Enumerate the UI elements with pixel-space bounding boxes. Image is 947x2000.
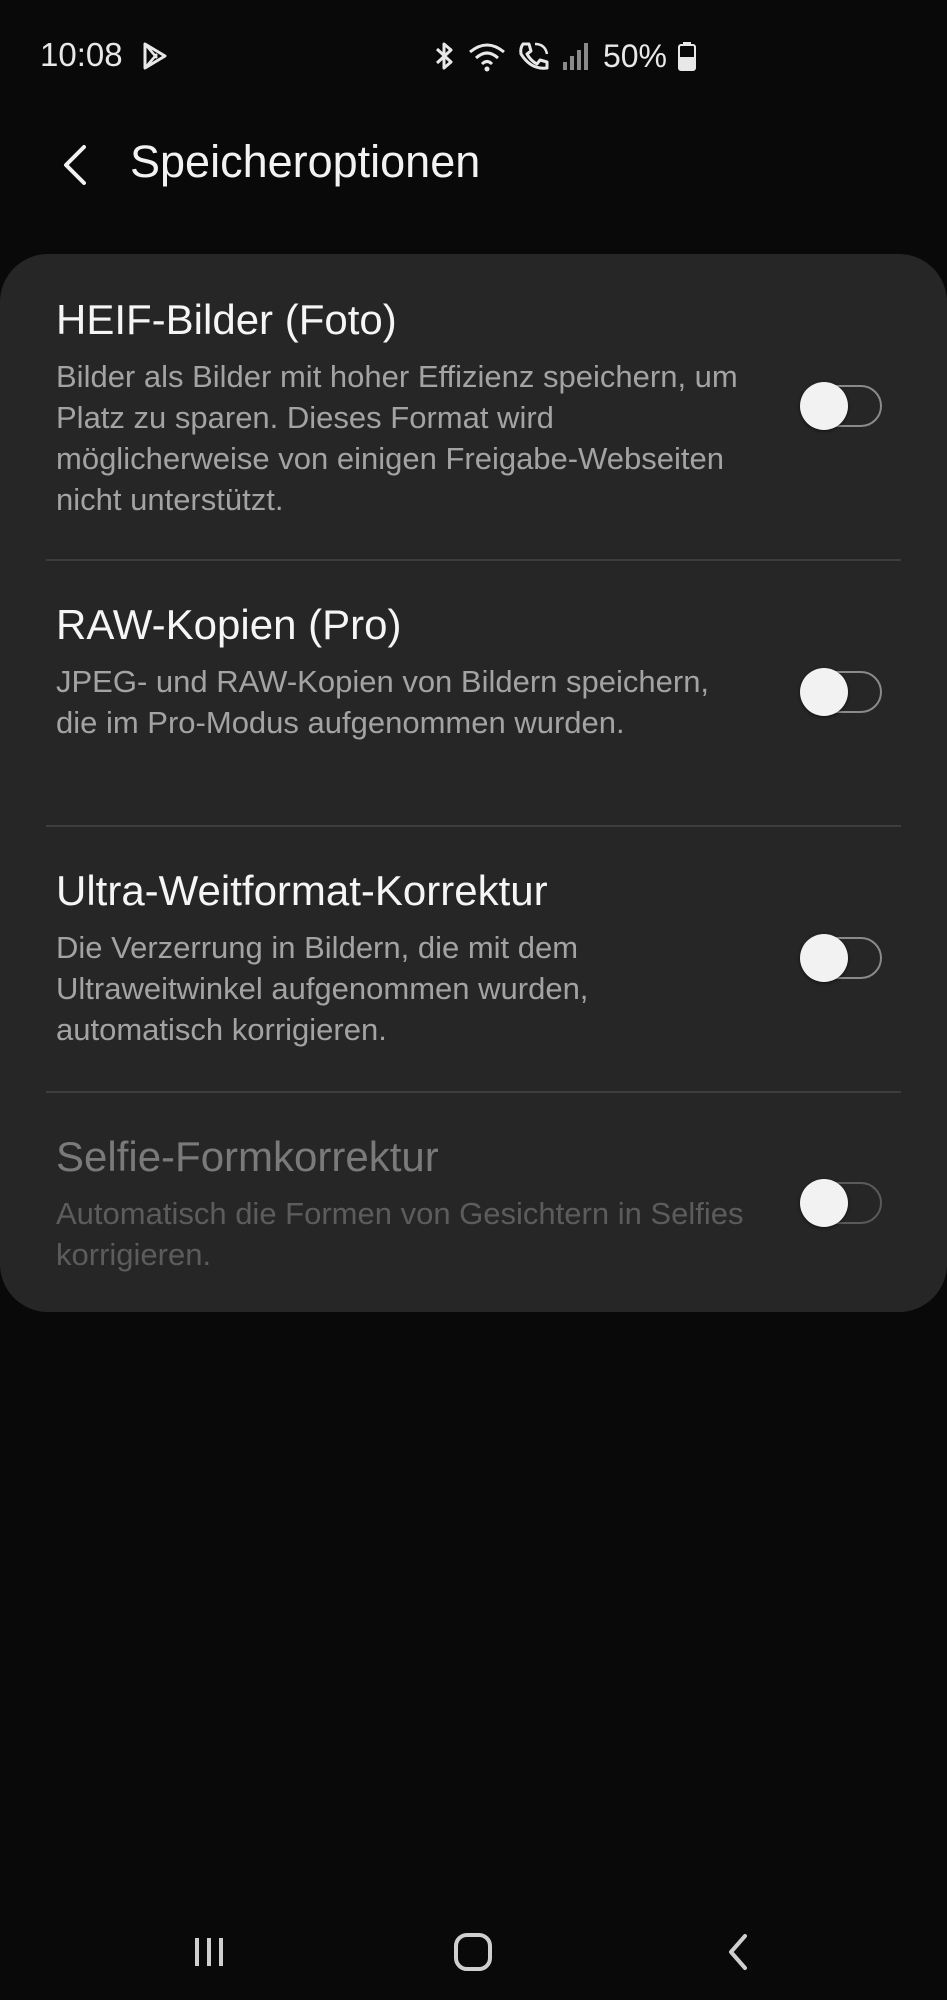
heif-toggle[interactable] bbox=[800, 382, 884, 431]
setting-heif-images[interactable]: HEIF-Bilder (Foto) Bilder als Bilder mit… bbox=[0, 254, 947, 559]
app-header: Speicheroptionen bbox=[0, 120, 947, 210]
back-button[interactable] bbox=[50, 140, 100, 190]
battery-percentage: 50% bbox=[602, 37, 667, 74]
status-icons: 50% bbox=[421, 36, 697, 76]
nav-back-button[interactable] bbox=[708, 1922, 768, 1982]
setting-description: Bilder als Bilder mit hoher Effizienz sp… bbox=[56, 359, 738, 517]
battery-icon bbox=[678, 42, 696, 71]
toggle-knob bbox=[800, 668, 848, 716]
wifi-icon bbox=[469, 43, 505, 72]
home-icon bbox=[454, 1933, 492, 1971]
toggle-knob bbox=[800, 934, 848, 982]
status-time: 10:08 bbox=[40, 36, 123, 73]
selfie-toggle[interactable] bbox=[800, 1179, 884, 1228]
signal-icon bbox=[562, 43, 588, 70]
setting-description: Die Verzerrung in Bildern, die mit dem U… bbox=[56, 930, 589, 1047]
bluetooth-icon bbox=[435, 42, 453, 70]
raw-toggle[interactable] bbox=[800, 668, 884, 717]
back-icon bbox=[729, 1934, 747, 1970]
toggle-knob bbox=[800, 382, 848, 430]
ultra-wide-toggle[interactable] bbox=[800, 934, 884, 983]
setting-description: JPEG- und RAW-Kopien von Bildern speiche… bbox=[56, 664, 710, 740]
chevron-left-icon bbox=[64, 145, 86, 185]
setting-selfie-shape-correction[interactable]: Selfie-Formkorrektur Automatisch die For… bbox=[0, 1093, 947, 1312]
setting-title: Ultra-Weitformat-Korrektur bbox=[56, 867, 548, 914]
setting-ultra-wide-correction[interactable]: Ultra-Weitformat-Korrektur Die Verzerrun… bbox=[0, 827, 947, 1091]
setting-raw-copies[interactable]: RAW-Kopien (Pro) JPEG- und RAW-Kopien vo… bbox=[0, 561, 947, 825]
home-button[interactable] bbox=[443, 1922, 503, 1982]
setting-title: HEIF-Bilder (Foto) bbox=[56, 296, 397, 343]
setting-title: Selfie-Formkorrektur bbox=[56, 1133, 439, 1180]
wifi-call-icon bbox=[519, 42, 549, 70]
toggle-knob bbox=[800, 1179, 848, 1227]
play-store-icon bbox=[142, 42, 168, 70]
navigation-bar bbox=[0, 1900, 947, 2000]
setting-title: RAW-Kopien (Pro) bbox=[56, 601, 402, 648]
setting-description: Automatisch die Formen von Gesichtern in… bbox=[56, 1196, 744, 1272]
recent-apps-button[interactable] bbox=[179, 1922, 239, 1982]
status-bar: 10:08 50% bbox=[0, 0, 947, 110]
recent-apps-icon bbox=[195, 1938, 223, 1966]
page-title: Speicheroptionen bbox=[130, 136, 481, 187]
settings-card: HEIF-Bilder (Foto) Bilder als Bilder mit… bbox=[0, 254, 947, 1312]
